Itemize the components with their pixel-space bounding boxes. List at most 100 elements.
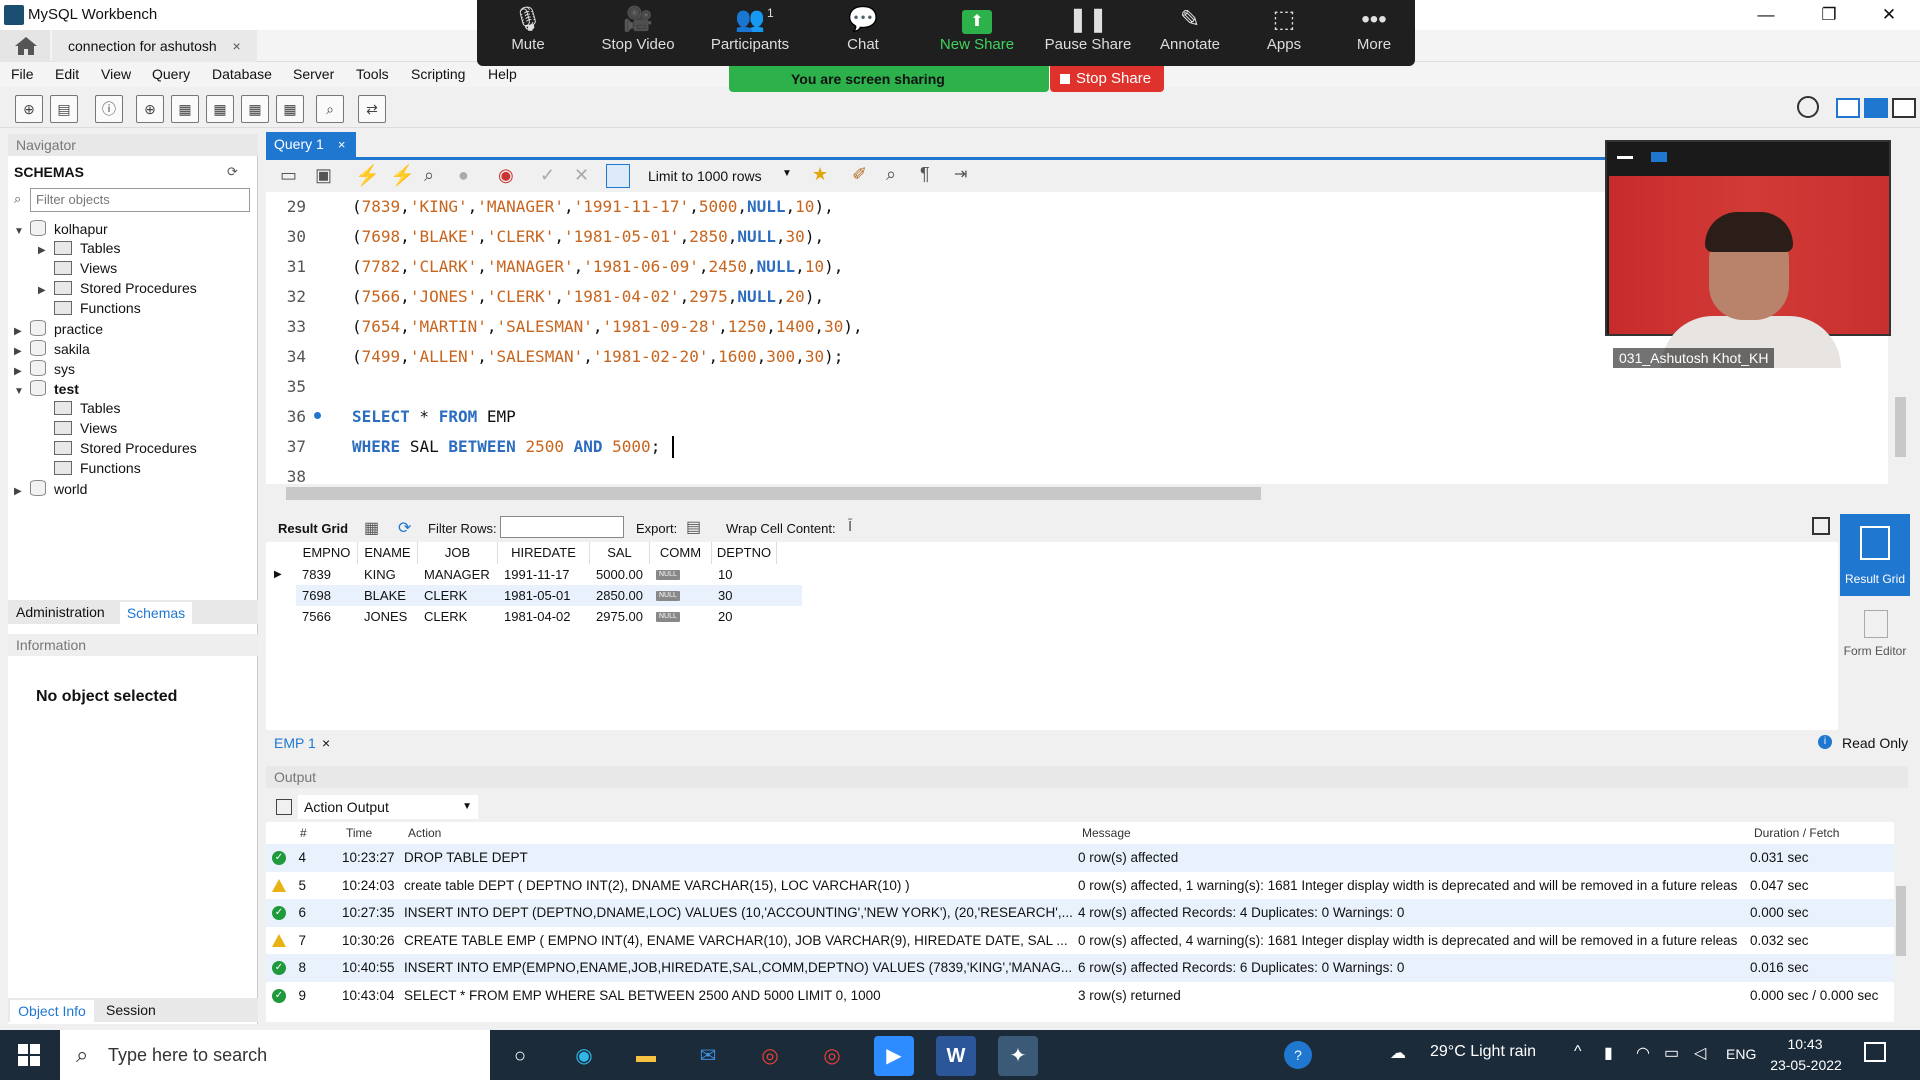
expand-right-icon[interactable]: ▶ (38, 285, 54, 296)
home-tab[interactable] (0, 30, 50, 62)
editor-vertical-scrollbar[interactable] (1893, 192, 1908, 484)
tab-emp-1[interactable]: EMP 1 (274, 735, 316, 751)
stop-icon[interactable]: ● (458, 165, 469, 186)
schema-tree-item[interactable]: ▶ world (14, 480, 87, 497)
language-indicator[interactable]: ENG (1726, 1046, 1756, 1062)
grid-cell[interactable]: 10 (718, 564, 732, 585)
close-tab-icon[interactable]: × (322, 735, 330, 751)
output-column-header[interactable]: Duration / Fetch (1754, 822, 1839, 844)
schema-tree-item[interactable]: Functions (38, 460, 141, 476)
export-icon[interactable]: ▤ (686, 517, 701, 537)
grid-column-header[interactable]: EMPNO (296, 542, 358, 564)
code-line[interactable]: (7839,'KING','MANAGER','1991-11-17',5000… (352, 197, 834, 216)
schema-tree-item[interactable]: Stored Procedures (38, 440, 197, 456)
grid-column-header[interactable]: JOB (418, 542, 498, 564)
rollback-icon[interactable]: ✕ (574, 165, 589, 186)
screen-sharing-banner[interactable]: You are screen sharing (729, 66, 1049, 92)
schema-tree-item[interactable]: ▶ Tables (38, 240, 120, 256)
explain-icon[interactable]: ⌕ (424, 165, 434, 186)
schema-tree-item[interactable]: ▼ test (14, 380, 79, 397)
grid-cell[interactable]: 20 (718, 606, 732, 627)
wrap-cell-icon[interactable]: Ī (848, 518, 852, 535)
file-explorer-icon[interactable]: ▬ (626, 1036, 666, 1076)
grid-cell[interactable]: NULL (656, 606, 680, 627)
code-line[interactable]: (7499,'ALLEN','SALESMAN','1981-02-20',16… (352, 347, 843, 366)
code-line[interactable]: (7654,'MARTIN','SALESMAN','1981-09-28',1… (352, 317, 863, 336)
menu-server[interactable]: Server (293, 66, 334, 82)
search-table-data-icon[interactable]: ⌕ (316, 95, 344, 123)
output-column-header[interactable]: Action (408, 822, 441, 844)
chrome-profile-icon[interactable]: ◎ (812, 1036, 852, 1076)
expand-down-icon[interactable]: ▼ (14, 386, 30, 397)
zoom-more-button[interactable]: ••• More (1324, 4, 1424, 64)
restore-button[interactable]: ❐ (1800, 0, 1858, 30)
schema-tree-item[interactable]: Views (38, 260, 117, 276)
panel-toggle-icons[interactable] (1836, 98, 1916, 118)
code-line[interactable]: WHERE SAL BETWEEN 2500 AND 5000; (352, 437, 660, 456)
grid-cell[interactable]: CLERK (424, 606, 467, 627)
zoom-participants-button[interactable]: 👥 Participants (700, 4, 800, 64)
commit-icon[interactable]: ✓ (540, 165, 555, 186)
output-vertical-scrollbar[interactable] (1894, 822, 1908, 1022)
code-line[interactable]: SELECT * FROM EMP (352, 407, 516, 426)
menu-tools[interactable]: Tools (356, 66, 389, 82)
output-column-header[interactable]: Message (1082, 822, 1131, 844)
mail-icon[interactable]: ✉ (688, 1036, 728, 1076)
grid-cell[interactable]: 30 (718, 585, 732, 606)
output-row[interactable]: ✓ 6 10:27:35 INSERT INTO DEPT (DEPTNO,DNAME… (266, 899, 1894, 927)
copy-icon[interactable] (276, 799, 292, 815)
zoom-chat-button[interactable]: 💬 Chat (813, 4, 913, 64)
execute-current-icon[interactable]: ⚡ (390, 163, 415, 188)
grid-cell[interactable]: BLAKE (364, 585, 406, 606)
grid-cell[interactable]: NULL (656, 585, 680, 606)
grid-column-header[interactable]: COMM (650, 542, 712, 564)
help-icon[interactable]: ? (1284, 1041, 1312, 1069)
schema-tree-item[interactable]: ▶ sakila (14, 340, 90, 357)
execute-icon[interactable]: ⚡ (355, 163, 380, 188)
tab-schemas[interactable]: Schemas (120, 602, 192, 624)
weather-text[interactable]: 29°C Light rain (1430, 1043, 1536, 1061)
minimize-button[interactable]: — (1737, 0, 1795, 30)
code-line[interactable]: (7566,'JONES','CLERK','1981-04-02',2975,… (352, 287, 824, 306)
menu-scripting[interactable]: Scripting (411, 66, 465, 82)
output-row[interactable]: ✓ 9 10:43:04 SELECT * FROM EMP WHERE SAL BE… (266, 982, 1894, 1010)
network-icon[interactable]: ◠ (1636, 1043, 1650, 1063)
battery-icon[interactable]: ▭ (1664, 1043, 1679, 1063)
schema-tree-item[interactable]: ▶ Stored Procedures (38, 280, 197, 296)
chevron-down-icon[interactable]: ▼ (782, 168, 792, 179)
zoom-mute-button[interactable]: 🎙 Mute (478, 4, 578, 64)
limit-rows-select[interactable]: Limit to 1000 rows (648, 168, 762, 184)
zoom-self-video[interactable]: 031_Ashutosh Khot_KH (1605, 140, 1891, 368)
menu-file[interactable]: File (11, 66, 34, 82)
close-button[interactable]: ✕ (1860, 0, 1918, 30)
connection-tab-close-icon[interactable]: × (233, 38, 241, 54)
create-table-icon[interactable]: ▦ (171, 95, 199, 123)
toggle-error-icon[interactable]: ◉ (498, 165, 514, 186)
output-column-header[interactable]: Time (346, 822, 372, 844)
create-function-icon[interactable]: ▦ (276, 95, 304, 123)
schema-tree-item[interactable]: Tables (38, 400, 120, 416)
tab-session[interactable]: Session (106, 1002, 156, 1018)
output-row[interactable]: 7 10:30:26 CREATE TABLE EMP ( EMPNO INT(4)… (266, 927, 1894, 955)
expand-right-icon[interactable]: ▶ (14, 346, 30, 357)
windows-start-icon[interactable] (18, 1044, 40, 1066)
output-row[interactable]: ✓ 8 10:40:55 INSERT INTO EMP(EMPNO,ENAME,JO… (266, 954, 1894, 982)
tab-query-1[interactable]: Query 1 × (266, 132, 356, 157)
grid-cell[interactable]: 1981-04-02 (504, 606, 571, 627)
expand-right-icon[interactable]: ▶ (14, 326, 30, 337)
grid-cell[interactable]: 1981-05-01 (504, 585, 571, 606)
grid-cell[interactable]: 1991-11-17 (504, 564, 570, 585)
grid-icon[interactable]: ▦ (364, 518, 379, 538)
taskbar-search-input[interactable]: Type here to search (60, 1030, 490, 1080)
grid-cell[interactable]: MANAGER (424, 564, 490, 585)
menu-help[interactable]: Help (488, 66, 517, 82)
output-row[interactable]: ✓ 4 10:23:27 DROP TABLE DEPT 0 row(s) affect… (266, 844, 1894, 872)
open-file-icon[interactable]: ▭ (280, 165, 297, 186)
create-view-icon[interactable]: ▦ (206, 95, 234, 123)
filter-rows-input[interactable] (500, 516, 624, 538)
grid-cell[interactable]: 7566 (302, 606, 331, 627)
toggle-side-panel-icon[interactable] (1812, 517, 1830, 535)
filter-objects-input[interactable]: Filter objects (30, 188, 250, 212)
create-procedure-icon[interactable]: ▦ (241, 95, 269, 123)
clock-date[interactable]: 23-05-2022 (1766, 1057, 1846, 1073)
